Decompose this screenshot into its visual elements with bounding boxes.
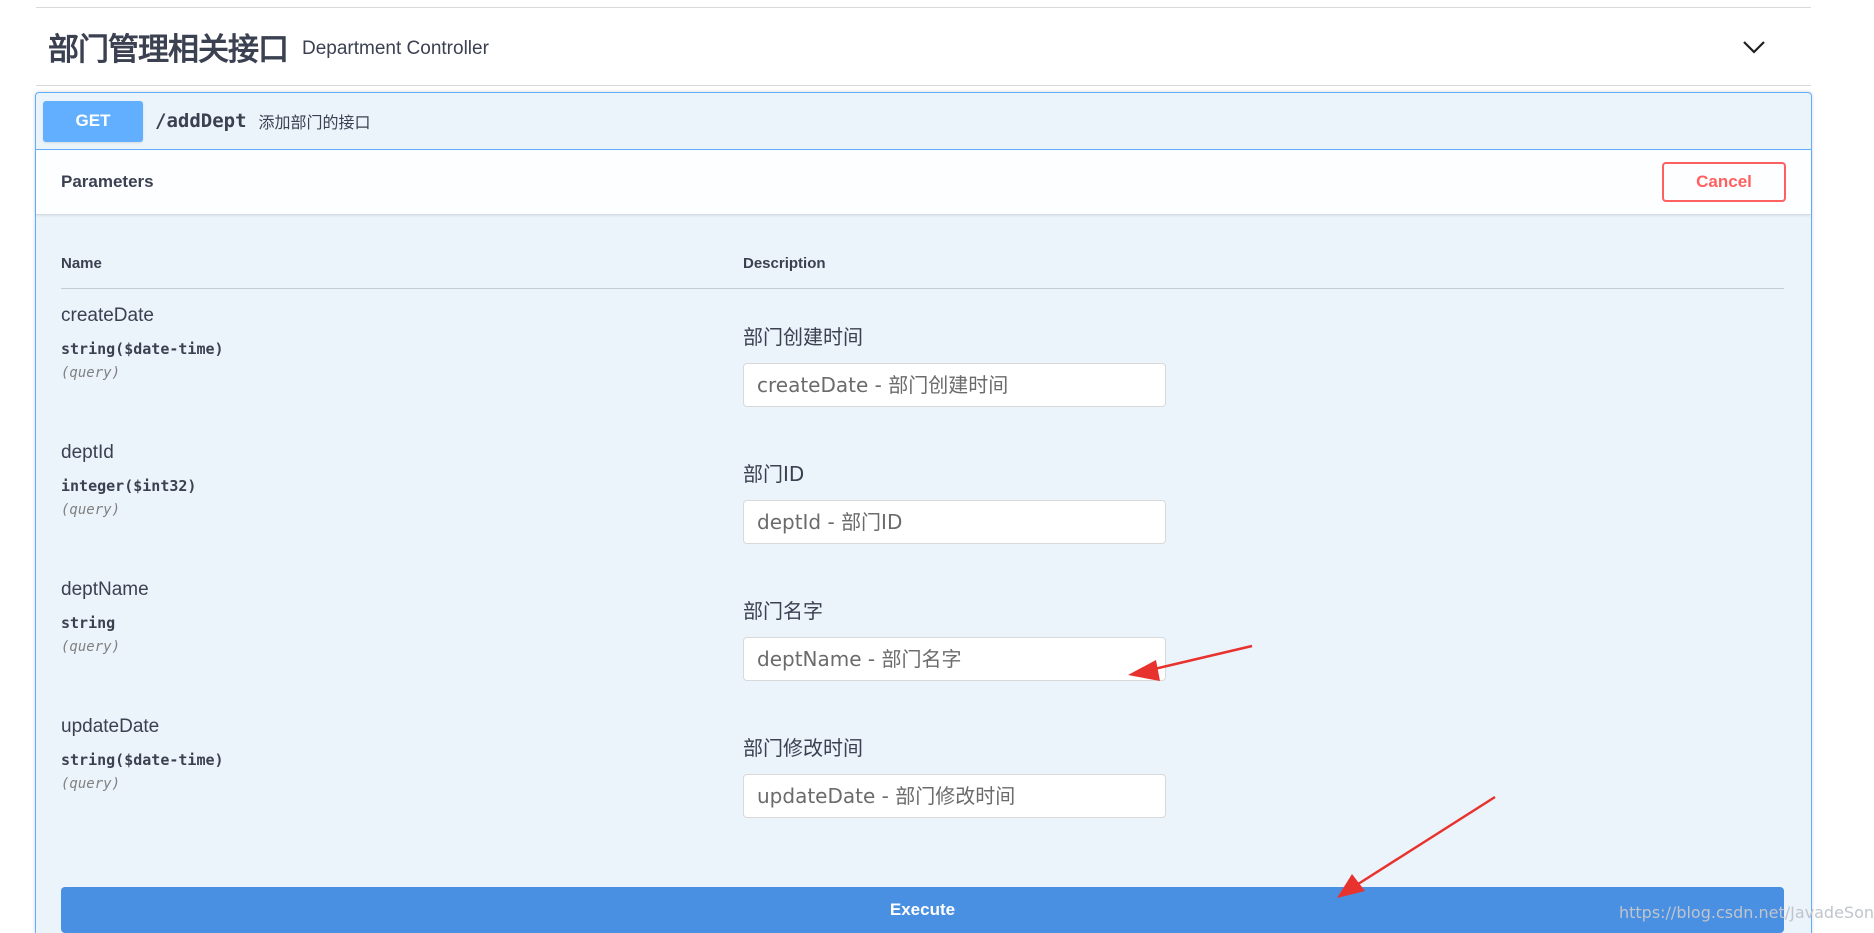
parameters-header: Parameters Cancel (36, 150, 1811, 215)
method-badge: GET (43, 100, 143, 142)
column-header-description: Description (743, 255, 826, 272)
parameter-row-updateDate: updateDate string($date-time) (query) 部门… (36, 716, 1811, 853)
parameter-row-createDate: createDate string($date-time) (query) 部门… (36, 305, 1811, 442)
deptName-input[interactable] (743, 637, 1166, 681)
parameter-description: 部门修改时间 (743, 736, 863, 760)
parameter-location: (query) (61, 639, 121, 655)
updateDate-input[interactable] (743, 774, 1166, 818)
parameter-description: 部门ID (743, 462, 805, 486)
operation-description: 添加部门的接口 (258, 113, 371, 132)
tag-title: 部门管理相关接口 (48, 32, 289, 68)
parameter-description: 部门名字 (743, 599, 823, 623)
parameter-description: 部门创建时间 (743, 325, 863, 349)
divider (61, 288, 1784, 289)
tag-description: Department Controller (302, 37, 489, 59)
cancel-button[interactable]: Cancel (1662, 162, 1786, 202)
parameter-name: deptId (61, 442, 114, 463)
parameter-type: string (61, 614, 116, 632)
operation-block-get: GET /addDept 添加部门的接口 Parameters Cancel N… (35, 92, 1812, 933)
operation-summary[interactable]: GET /addDept 添加部门的接口 (36, 93, 1811, 150)
parameter-type: integer($int32) (61, 477, 197, 495)
watermark: https://blog.csdn.net/JavadeSon (1618, 903, 1874, 922)
swagger-page: 部门管理相关接口 Department Controller GET /addD… (0, 0, 1874, 933)
parameter-name: updateDate (61, 716, 160, 737)
tag-section-header[interactable]: 部门管理相关接口 Department Controller (36, 8, 1811, 86)
createDate-input[interactable] (743, 363, 1166, 407)
parameter-type: string($date-time) (61, 751, 224, 769)
deptId-input[interactable] (743, 500, 1166, 544)
parameter-row-deptId: deptId integer($int32) (query) 部门ID (36, 442, 1811, 579)
parameter-location: (query) (61, 365, 121, 381)
parameters-title: Parameters (61, 172, 154, 191)
parameter-location: (query) (61, 776, 121, 792)
operation-path: /addDept (155, 110, 247, 132)
column-header-name: Name (61, 255, 102, 272)
execute-button[interactable]: Execute (61, 887, 1784, 933)
parameter-type: string($date-time) (61, 340, 224, 358)
parameter-location: (query) (61, 502, 121, 518)
parameter-name: createDate (61, 305, 154, 326)
parameter-row-deptName: deptName string (query) 部门名字 (36, 579, 1811, 716)
parameter-name: deptName (61, 579, 149, 600)
chevron-down-icon[interactable] (1741, 34, 1767, 60)
